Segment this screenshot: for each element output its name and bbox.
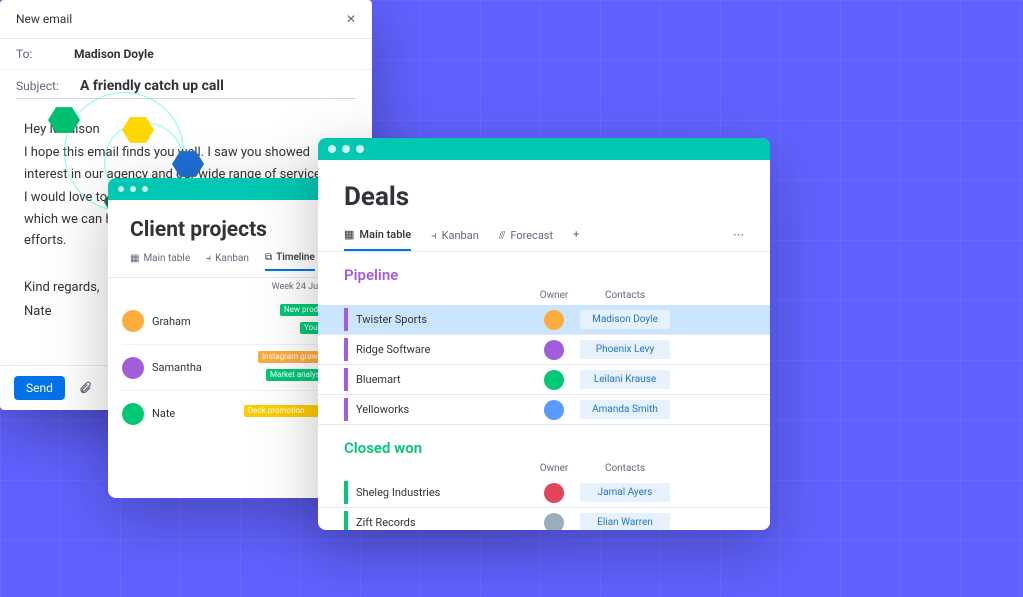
deal-row[interactable]: Sheleg Industries Jamal Ayers bbox=[318, 478, 770, 508]
attach-icon[interactable] bbox=[77, 380, 93, 396]
tab-forecast[interactable]: ⫻Forecast bbox=[499, 228, 553, 251]
column-header-contacts: Contacts bbox=[580, 290, 670, 301]
contact-chip[interactable]: Phoenix Levy bbox=[580, 340, 670, 359]
avatar[interactable] bbox=[544, 340, 564, 360]
deal-name: Zift Records bbox=[344, 511, 528, 530]
close-icon[interactable]: ✕ bbox=[346, 12, 356, 26]
avatar[interactable] bbox=[544, 310, 564, 330]
tab-kanban[interactable]: ⫞Kanban bbox=[206, 253, 249, 270]
tab-kanban[interactable]: ⫞Kanban bbox=[431, 228, 479, 251]
deal-name: Twister Sports bbox=[344, 308, 528, 331]
person-name: Samantha bbox=[152, 361, 202, 374]
window-titlebar bbox=[318, 138, 770, 160]
deal-row[interactable]: Twister Sports Madison Doyle bbox=[318, 305, 770, 335]
table-icon: ▦ bbox=[344, 228, 354, 241]
avatar bbox=[122, 310, 144, 332]
email-to-field[interactable]: To: Madison Doyle bbox=[0, 39, 372, 70]
contact-chip[interactable]: Madison Doyle bbox=[580, 310, 670, 329]
to-value: Madison Doyle bbox=[74, 47, 154, 61]
deal-row[interactable]: Zift Records Elian Warren bbox=[318, 508, 770, 530]
page-title: Deals bbox=[344, 182, 744, 212]
deal-name: Ridge Software bbox=[344, 338, 528, 361]
group-title[interactable]: Pipeline bbox=[318, 252, 770, 288]
tab-timeline[interactable]: ⧉Timeline bbox=[265, 252, 315, 271]
column-header-owner: Owner bbox=[528, 290, 580, 301]
kanban-icon: ⫞ bbox=[206, 253, 211, 264]
forecast-icon: ⫻ bbox=[499, 229, 506, 243]
avatar[interactable] bbox=[544, 483, 564, 503]
column-header-owner: Owner bbox=[528, 463, 580, 474]
send-button[interactable]: Send bbox=[14, 376, 65, 400]
add-view-button[interactable]: + bbox=[573, 228, 579, 251]
timeline-icon: ⧉ bbox=[265, 252, 272, 263]
kanban-icon: ⫞ bbox=[431, 229, 437, 243]
more-menu-button[interactable]: ⋯ bbox=[733, 228, 744, 251]
group-title[interactable]: Closed won bbox=[318, 425, 770, 461]
deal-row[interactable]: Ridge Software Phoenix Levy bbox=[318, 335, 770, 365]
deal-row[interactable]: Yelloworks Amanda Smith bbox=[318, 395, 770, 425]
tab-main-table[interactable]: ▦Main table bbox=[344, 228, 411, 251]
window-deals: Deals ▦Main table ⫞Kanban ⫻Forecast + ⋯ … bbox=[318, 138, 770, 530]
email-title: New email bbox=[16, 12, 72, 26]
tab-main-table[interactable]: ▦Main table bbox=[130, 253, 190, 270]
avatar[interactable] bbox=[544, 400, 564, 420]
contact-chip[interactable]: Amanda Smith bbox=[580, 400, 670, 419]
subject-label: Subject: bbox=[16, 79, 72, 93]
avatar bbox=[122, 403, 144, 425]
deal-row[interactable]: Bluemart Leilani Krause bbox=[318, 365, 770, 395]
deal-name: Yelloworks bbox=[344, 398, 528, 421]
contact-chip[interactable]: Elian Warren bbox=[580, 513, 670, 530]
person-name: Graham bbox=[152, 315, 191, 328]
person-name: Nate bbox=[152, 407, 175, 420]
avatar[interactable] bbox=[544, 513, 564, 531]
column-header-contacts: Contacts bbox=[580, 463, 670, 474]
deal-name: Bluemart bbox=[344, 368, 528, 391]
contact-chip[interactable]: Leilani Krause bbox=[580, 370, 670, 389]
view-tabs: ▦Main table ⫞Kanban ⫻Forecast + ⋯ bbox=[318, 218, 770, 252]
to-label: To: bbox=[16, 47, 66, 61]
contact-chip[interactable]: Jamal Ayers bbox=[580, 483, 670, 502]
deal-name: Sheleg Industries bbox=[344, 481, 528, 504]
table-icon: ▦ bbox=[130, 253, 139, 264]
avatar bbox=[122, 357, 144, 379]
avatar[interactable] bbox=[544, 370, 564, 390]
